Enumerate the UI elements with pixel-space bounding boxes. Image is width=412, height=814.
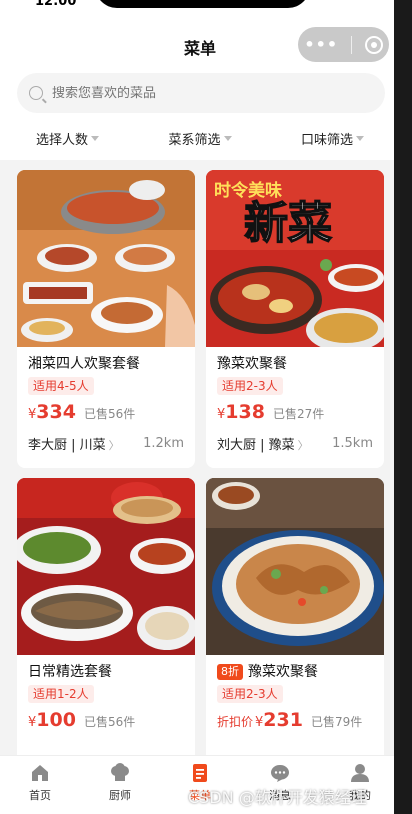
tab-label: 首页 bbox=[29, 789, 51, 802]
price-row: ¥ 100 已售56件 bbox=[28, 709, 184, 731]
chevron-right-icon: 〉 bbox=[108, 439, 120, 452]
menu-card[interactable]: 日常精选套餐 适用1-2人 ¥ 100 已售56件 bbox=[17, 478, 195, 768]
discount-price-label: 折扣价 bbox=[217, 715, 254, 729]
filter-bar: 选择人数 菜系筛选 口味筛选 bbox=[0, 124, 394, 152]
filter-taste-label: 口味筛选 bbox=[300, 132, 353, 148]
more-dots-icon[interactable]: ••• bbox=[304, 35, 338, 54]
menu-card[interactable]: 8折 豫菜欢聚餐 适用2-3人 折扣价 ¥ 231 已售79件 bbox=[206, 478, 384, 768]
price-row: ¥ 138 已售27件 bbox=[217, 401, 373, 423]
sold-count: 已售27件 bbox=[272, 407, 325, 421]
phone-screen: 12:00 菜单 ••• 选择人数 菜系筛选 口味筛选 bbox=[0, 0, 400, 814]
menu-doc-icon bbox=[193, 764, 207, 782]
poster-slogan-2: 新菜 bbox=[244, 198, 332, 249]
dish-name: 豫菜欢聚餐 bbox=[248, 664, 318, 680]
sold-count: 已售56件 bbox=[83, 715, 136, 729]
mini-program-capsule: ••• bbox=[298, 27, 389, 62]
caret-down-icon bbox=[355, 135, 364, 141]
filter-taste[interactable]: 口味筛选 bbox=[301, 124, 364, 152]
chat-icon bbox=[271, 765, 289, 782]
chef-row: 李大厨 | 川菜〉 1.2km bbox=[28, 434, 184, 453]
people-tag: 适用4-5人 bbox=[28, 377, 94, 395]
dish-title: 日常精选套餐 bbox=[28, 663, 184, 681]
currency-symbol: ¥ bbox=[217, 407, 226, 422]
tab-label: 厨师 bbox=[109, 789, 131, 802]
people-tag: 适用1-2人 bbox=[28, 685, 94, 703]
sold-count: 已售79件 bbox=[310, 715, 363, 729]
currency-symbol: ¥ bbox=[28, 407, 37, 422]
user-icon bbox=[351, 764, 369, 782]
dish-name: 日常精选套餐 bbox=[28, 664, 112, 680]
people-tag: 适用2-3人 bbox=[217, 377, 283, 395]
filter-cuisine-label: 菜系筛选 bbox=[168, 132, 221, 148]
dish-title: 湘菜四人欢聚套餐 bbox=[28, 355, 184, 373]
tab-chef[interactable]: 厨师 bbox=[80, 756, 160, 814]
search-icon bbox=[29, 86, 43, 100]
caret-down-icon bbox=[223, 135, 232, 141]
chef-info: 李大厨 | 川菜 bbox=[28, 438, 106, 453]
menu-grid: 湘菜四人欢聚套餐 适用4-5人 ¥ 334 已售56件 李大厨 | 川菜〉 1.… bbox=[0, 160, 394, 768]
filter-people-label: 选择人数 bbox=[36, 132, 89, 148]
status-bar: 12:00 bbox=[0, 0, 394, 10]
sold-count: 已售56件 bbox=[83, 407, 136, 421]
price-row: ¥ 334 已售56件 bbox=[28, 401, 184, 423]
filter-people[interactable]: 选择人数 bbox=[36, 124, 100, 152]
currency-symbol: ¥ bbox=[255, 715, 264, 730]
price-row: 折扣价 ¥ 231 已售79件 bbox=[217, 709, 373, 731]
distance: 1.5km bbox=[332, 436, 373, 451]
people-tag: 适用2-3人 bbox=[217, 685, 283, 703]
home-icon bbox=[32, 765, 48, 781]
dish-name: 豫菜欢聚餐 bbox=[217, 356, 287, 372]
chevron-right-icon: 〉 bbox=[297, 439, 309, 452]
chef-row: 刘大厨 | 豫菜〉 1.5km bbox=[217, 434, 373, 453]
dish-image bbox=[17, 170, 195, 347]
discount-badge: 8折 bbox=[217, 664, 243, 680]
caret-down-icon bbox=[91, 135, 100, 141]
search-bar[interactable] bbox=[17, 73, 385, 113]
search-input[interactable] bbox=[52, 85, 352, 101]
watermark: CSDN @软件开发猿经理 bbox=[188, 788, 367, 807]
filter-cuisine[interactable]: 菜系筛选 bbox=[168, 124, 232, 152]
dish-image bbox=[206, 478, 384, 655]
price: 334 bbox=[36, 401, 76, 423]
capsule-divider bbox=[350, 35, 352, 54]
status-time: 12:00 bbox=[35, 0, 77, 9]
chef-link[interactable]: 李大厨 | 川菜〉 bbox=[28, 434, 120, 453]
chef-info: 刘大厨 | 豫菜 bbox=[217, 438, 295, 453]
dish-image: 时令美味 新菜 bbox=[206, 170, 384, 347]
dish-image bbox=[17, 478, 195, 655]
chef-link[interactable]: 刘大厨 | 豫菜〉 bbox=[217, 434, 309, 453]
dish-name: 湘菜四人欢聚套餐 bbox=[28, 356, 140, 372]
tab-home[interactable]: 首页 bbox=[0, 756, 80, 814]
chef-hat-icon bbox=[111, 763, 129, 781]
currency-symbol: ¥ bbox=[28, 715, 37, 730]
price: 231 bbox=[263, 709, 303, 731]
price: 138 bbox=[225, 401, 265, 423]
price: 100 bbox=[36, 709, 76, 731]
dish-title: 8折 豫菜欢聚餐 bbox=[217, 663, 373, 681]
dish-title: 豫菜欢聚餐 bbox=[217, 355, 373, 373]
notch bbox=[95, 0, 310, 8]
navigation-bar: 菜单 ••• bbox=[0, 20, 394, 70]
menu-card[interactable]: 时令美味 新菜 豫菜欢聚餐 适用2-3人 ¥ 138 已售27件 刘大厨 | 豫… bbox=[206, 170, 384, 468]
menu-card[interactable]: 湘菜四人欢聚套餐 适用4-5人 ¥ 334 已售56件 李大厨 | 川菜〉 1.… bbox=[17, 170, 195, 468]
close-target-icon[interactable] bbox=[364, 35, 383, 54]
distance: 1.2km bbox=[143, 436, 184, 451]
